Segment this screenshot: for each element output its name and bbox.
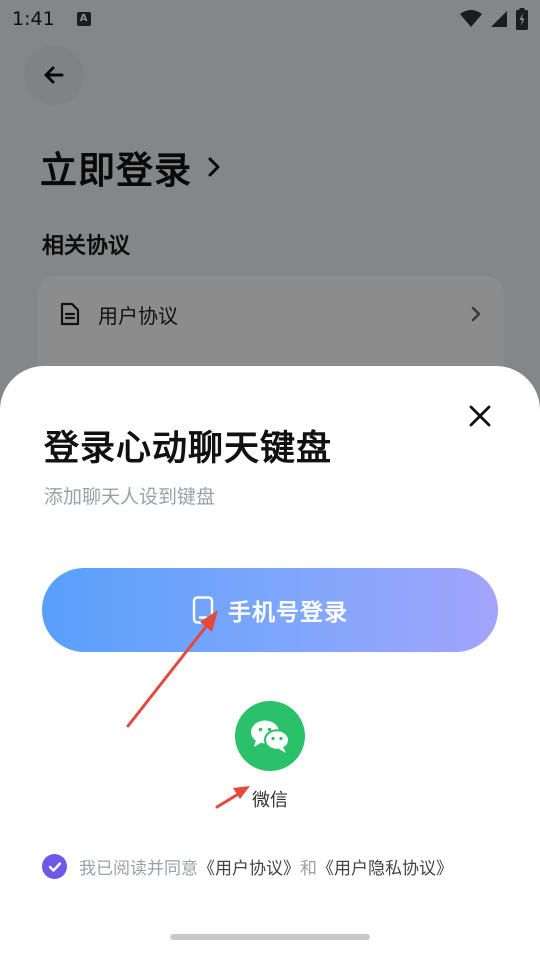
close-button[interactable] bbox=[464, 400, 496, 432]
check-icon bbox=[48, 861, 61, 872]
consent-text: 我已阅读并同意《用户协议》和《用户隐私协议》 bbox=[79, 854, 453, 879]
smartphone-icon bbox=[192, 596, 214, 624]
sheet-title: 登录心动聊天键盘 bbox=[44, 429, 333, 469]
wechat-icon bbox=[251, 720, 290, 753]
consent-checkbox[interactable] bbox=[42, 854, 67, 879]
user-agreement-link[interactable]: 《用户协议》 bbox=[198, 859, 300, 879]
phone-login-button[interactable]: 手机号登录 bbox=[42, 568, 498, 652]
privacy-agreement-link[interactable]: 《用户隐私协议》 bbox=[317, 859, 453, 879]
close-icon bbox=[469, 405, 491, 427]
home-indicator bbox=[170, 934, 370, 940]
sheet-subtitle: 添加聊天人设到键盘 bbox=[44, 486, 216, 508]
consent-middle: 和 bbox=[300, 859, 317, 879]
consent-prefix: 我已阅读并同意 bbox=[79, 859, 198, 879]
phone-login-label: 手机号登录 bbox=[228, 600, 348, 626]
login-bottom-sheet: 登录心动聊天键盘 添加聊天人设到键盘 手机号登录 微信 我已阅读并同意《用户协议… bbox=[0, 366, 540, 960]
consent-row: 我已阅读并同意《用户协议》和《用户隐私协议》 bbox=[42, 854, 453, 879]
wechat-login-button[interactable] bbox=[235, 701, 305, 771]
wechat-label: 微信 bbox=[252, 790, 288, 811]
